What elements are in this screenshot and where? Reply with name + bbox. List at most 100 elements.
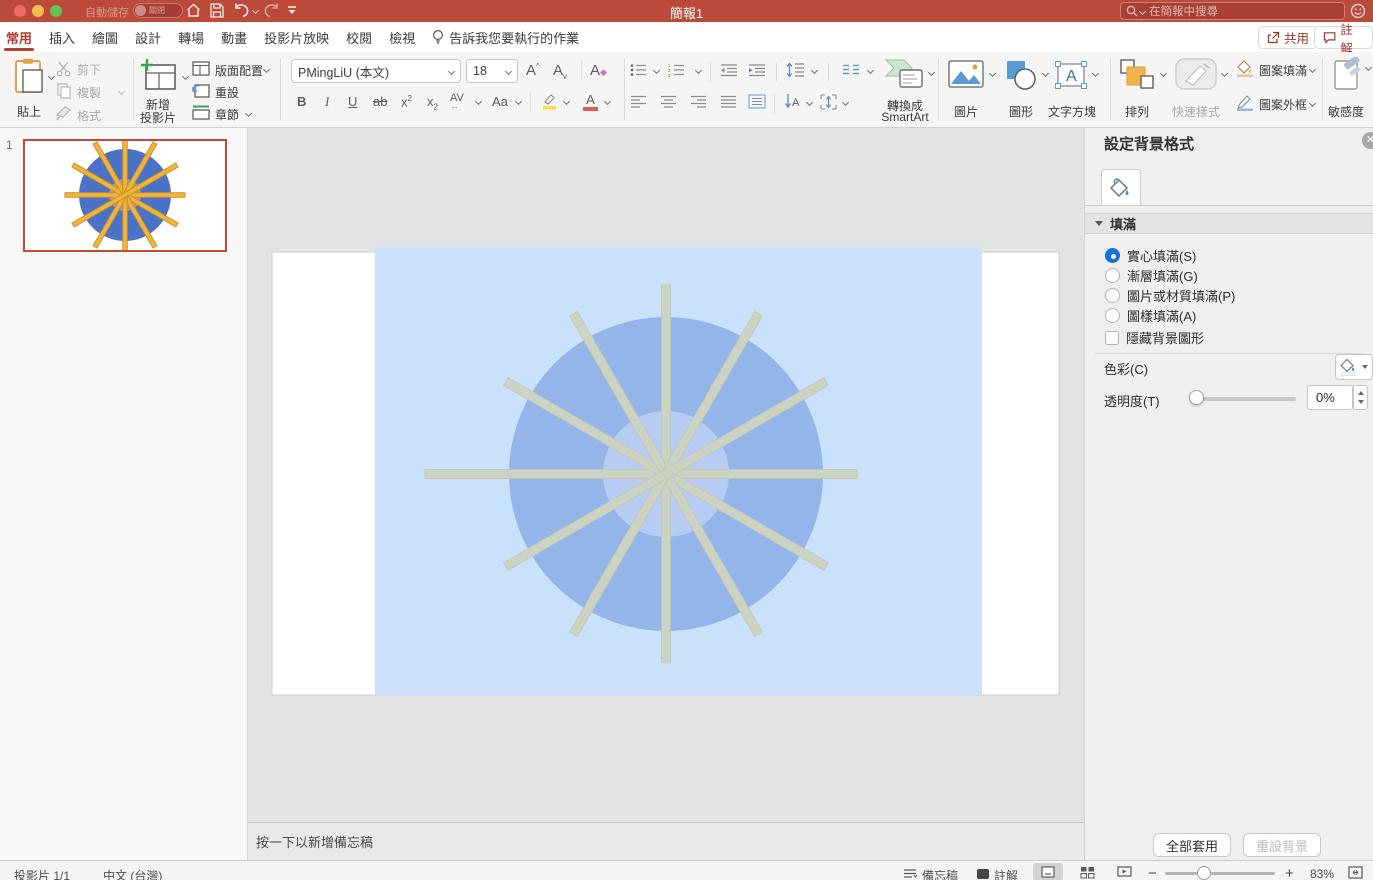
- font-color-button[interactable]: A: [583, 92, 598, 111]
- arrange-menu-chevron[interactable]: [1160, 70, 1167, 77]
- sensitivity-chevron[interactable]: [1365, 64, 1372, 71]
- transparency-value-field[interactable]: 0%: [1307, 385, 1353, 410]
- transparency-stepper[interactable]: [1353, 385, 1368, 410]
- fill-section-header[interactable]: 填滿: [1085, 213, 1373, 234]
- tab-design[interactable]: 設計: [135, 21, 161, 53]
- slide-editing-canvas[interactable]: [248, 128, 1084, 822]
- shrink-font-button[interactable]: Av: [553, 62, 567, 81]
- strikethrough-button[interactable]: ab: [373, 94, 387, 109]
- align-text-vertical-chevron[interactable]: [842, 99, 849, 106]
- tab-home[interactable]: 常用: [6, 21, 32, 53]
- textbox-label[interactable]: 文字方塊: [1041, 103, 1103, 120]
- layout-menu-chevron[interactable]: [263, 66, 270, 73]
- shape-outline-chevron[interactable]: [1309, 100, 1316, 107]
- layout-label[interactable]: 版面配置: [215, 62, 263, 79]
- picture-menu-chevron[interactable]: [989, 70, 996, 77]
- text-direction-chevron[interactable]: [806, 99, 813, 106]
- zoom-percentage[interactable]: 83%: [1310, 867, 1334, 880]
- hide-background-graphics-option[interactable]: 隱藏背景圖形: [1105, 328, 1204, 347]
- text-direction-icon[interactable]: A: [784, 93, 801, 110]
- copy-icon[interactable]: [57, 83, 71, 99]
- shapes-icon[interactable]: [1006, 60, 1038, 90]
- change-case-button[interactable]: Aa: [492, 94, 508, 109]
- paste-menu-chevron[interactable]: [48, 73, 55, 80]
- convert-smartart-icon[interactable]: [884, 56, 924, 90]
- italic-button[interactable]: I: [325, 94, 329, 110]
- radio-icon[interactable]: [1105, 288, 1120, 303]
- radio-selected-icon[interactable]: [1105, 248, 1120, 263]
- reset-slide-icon[interactable]: [192, 83, 210, 98]
- language-indicator[interactable]: 中文 (台灣): [103, 867, 162, 880]
- shape-outline-label[interactable]: 圖案外框: [1259, 96, 1307, 113]
- quick-styles-chevron[interactable]: [1221, 70, 1228, 77]
- search-input[interactable]: 在簡報中搜尋: [1120, 2, 1345, 20]
- convert-smartart-chevron[interactable]: [928, 69, 935, 76]
- paste-icon[interactable]: [13, 58, 45, 94]
- line-spacing-chevron[interactable]: [811, 67, 818, 74]
- columns-icon[interactable]: [842, 64, 860, 76]
- grow-font-button[interactable]: A^: [526, 62, 540, 79]
- arrange-icon[interactable]: [1120, 59, 1156, 91]
- character-spacing-chevron[interactable]: [475, 98, 482, 105]
- tab-view[interactable]: 檢視: [389, 21, 415, 53]
- align-text-vertical-icon[interactable]: [820, 94, 837, 110]
- tab-slideshow[interactable]: 投影片放映: [264, 21, 329, 53]
- copy-label[interactable]: 複製: [77, 84, 101, 101]
- tab-insert[interactable]: 插入: [49, 21, 75, 53]
- section-icon[interactable]: [192, 105, 210, 120]
- sensitivity-icon[interactable]: [1332, 57, 1362, 91]
- shape-fill-chevron[interactable]: [1309, 66, 1316, 73]
- paste-label[interactable]: 貼上: [11, 103, 47, 120]
- fill-option-solid[interactable]: 實心填滿(S): [1105, 246, 1196, 265]
- cut-label[interactable]: 剪下: [77, 61, 101, 78]
- arrange-label[interactable]: 排列: [1115, 103, 1159, 120]
- columns-chevron[interactable]: [867, 67, 874, 74]
- transparency-slider-track[interactable]: [1191, 397, 1296, 401]
- color-picker-button[interactable]: [1335, 354, 1373, 380]
- checkbox-icon[interactable]: [1105, 331, 1119, 345]
- cut-icon[interactable]: [56, 61, 71, 76]
- picture-label[interactable]: 圖片: [942, 103, 990, 120]
- radio-icon[interactable]: [1105, 268, 1120, 283]
- zoom-slider-thumb[interactable]: [1197, 866, 1211, 880]
- distribute-text-icon[interactable]: [748, 94, 766, 109]
- section-menu-chevron[interactable]: [245, 110, 252, 117]
- change-case-chevron[interactable]: [515, 98, 522, 105]
- slideshow-view-icon[interactable]: [1117, 866, 1132, 879]
- share-button[interactable]: 共用: [1258, 26, 1318, 49]
- reset-slide-label[interactable]: 重設: [215, 84, 239, 101]
- tell-me-box[interactable]: 告訴我您要執行的作業: [432, 28, 579, 47]
- font-color-chevron[interactable]: [604, 98, 611, 105]
- feedback-smiley-icon[interactable]: [1350, 3, 1366, 19]
- new-slide-menu-chevron[interactable]: [182, 73, 189, 80]
- slide-sorter-view-icon[interactable]: [1080, 866, 1095, 879]
- subscript-button[interactable]: x2: [427, 94, 438, 112]
- radio-icon[interactable]: [1105, 308, 1120, 323]
- align-left-icon[interactable]: [630, 95, 647, 108]
- tab-review[interactable]: 校閱: [346, 21, 372, 53]
- picture-icon[interactable]: [948, 60, 984, 88]
- zoom-out-button[interactable]: −: [1148, 865, 1157, 880]
- clear-formatting-button[interactable]: A◆: [590, 62, 607, 79]
- line-spacing-icon[interactable]: [786, 62, 805, 78]
- tab-transitions[interactable]: 轉場: [178, 21, 204, 53]
- numbering-chevron[interactable]: [695, 67, 702, 74]
- comments-toggle-icon[interactable]: [977, 869, 989, 879]
- new-slide-label-2[interactable]: 投影片: [137, 109, 179, 126]
- shapes-label[interactable]: 圖形: [999, 103, 1043, 120]
- section-label[interactable]: 章節: [215, 106, 239, 123]
- textbox-icon[interactable]: A: [1054, 60, 1088, 90]
- highlight-color-chevron[interactable]: [563, 98, 570, 105]
- new-slide-icon[interactable]: [139, 58, 177, 92]
- transparency-slider-thumb[interactable]: [1189, 390, 1204, 405]
- stepper-down-icon[interactable]: [1358, 400, 1364, 404]
- fill-option-picture[interactable]: 圖片或材質填滿(P): [1105, 286, 1235, 305]
- notes-placeholder[interactable]: 按一下以新增備忘稿: [256, 832, 373, 851]
- bullets-icon[interactable]: [630, 63, 647, 77]
- underline-button[interactable]: U: [348, 94, 357, 109]
- quick-styles-icon[interactable]: [1174, 57, 1218, 91]
- decrease-indent-icon[interactable]: [720, 63, 738, 77]
- notes-toggle-icon[interactable]: [903, 867, 917, 879]
- bullets-chevron[interactable]: [653, 67, 660, 74]
- fill-tab[interactable]: [1101, 169, 1141, 206]
